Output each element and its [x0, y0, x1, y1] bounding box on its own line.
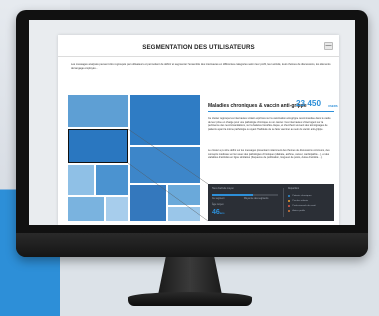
segment-paragraph-2: Le cluster a pu être défini sur les mess…	[208, 149, 330, 159]
age-value: 46ans	[212, 209, 225, 216]
tm-cell-9[interactable]	[168, 185, 200, 205]
tm-cell-7[interactable]	[106, 197, 128, 221]
tm-cell-2[interactable]	[130, 95, 200, 145]
legend-label: Autres profils	[292, 210, 306, 213]
monitor-screen: SEGMENTATION DES UTILISATEURS — Les mess…	[29, 20, 355, 225]
tm-cell-4[interactable]	[68, 165, 94, 195]
activity-bar-label-a: Ce segment	[212, 197, 225, 200]
legend-dot	[288, 205, 291, 208]
legend-item: Patients chroniques	[288, 195, 312, 198]
tm-cell-1[interactable]	[68, 95, 128, 127]
tm-cell-3[interactable]	[130, 147, 200, 183]
legend-dot	[288, 200, 291, 203]
intro-text: Les messages analysés peuvent être regro…	[71, 63, 331, 70]
tm-cell-selected[interactable]	[68, 129, 128, 163]
activity-bar	[212, 194, 278, 196]
legend-label: Professionnels de santé	[292, 205, 316, 208]
monitor: SEGMENTATION DES UTILISATEURS — Les mess…	[16, 10, 368, 257]
legend-label: Proches aidants	[292, 200, 309, 203]
monitor-stand-neck	[158, 257, 222, 295]
treemap	[68, 95, 200, 221]
age-label: Âge moyen	[212, 204, 224, 206]
card-title: SEGMENTATION DES UTILISATEURS	[142, 44, 255, 51]
legend-label: Patients chroniques	[292, 195, 312, 198]
legend-dot	[288, 210, 291, 213]
legend-item: Proches aidants	[288, 200, 309, 203]
monitor-chin	[16, 233, 368, 257]
stats-panel: Taux d'activité moyen Ce segment Moyenne…	[208, 184, 334, 221]
activity-bar-label-b: Moyenne des segments	[244, 197, 269, 200]
tm-cell-5[interactable]	[96, 165, 128, 195]
segment-user-unit: USERS	[328, 104, 338, 108]
legend-item: Professionnels de santé	[288, 205, 316, 208]
activity-label: Taux d'activité moyen	[212, 188, 234, 190]
distribution-label: Répartition	[288, 188, 300, 190]
card-divider	[58, 56, 339, 57]
tm-cell-6[interactable]	[68, 197, 104, 221]
collapse-button[interactable]: —	[324, 42, 333, 50]
legend-dot	[288, 195, 291, 198]
tm-cell-8[interactable]	[130, 185, 166, 221]
monitor-stand-base	[128, 292, 252, 306]
segmentation-card: SEGMENTATION DES UTILISATEURS — Les mess…	[58, 35, 339, 225]
legend-item: Autres profils	[288, 210, 306, 213]
stats-divider	[283, 188, 284, 217]
tm-cell-10[interactable]	[168, 207, 200, 221]
activity-bar-fill	[212, 194, 253, 196]
segment-title: Maladies chroniques & vaccin anti-grippe	[208, 103, 307, 109]
segment-user-count: 23 450	[296, 99, 322, 108]
segment-paragraph-1: Ce cluster regroupe les internautes s'ét…	[208, 117, 331, 131]
segment-title-underline	[208, 111, 334, 112]
